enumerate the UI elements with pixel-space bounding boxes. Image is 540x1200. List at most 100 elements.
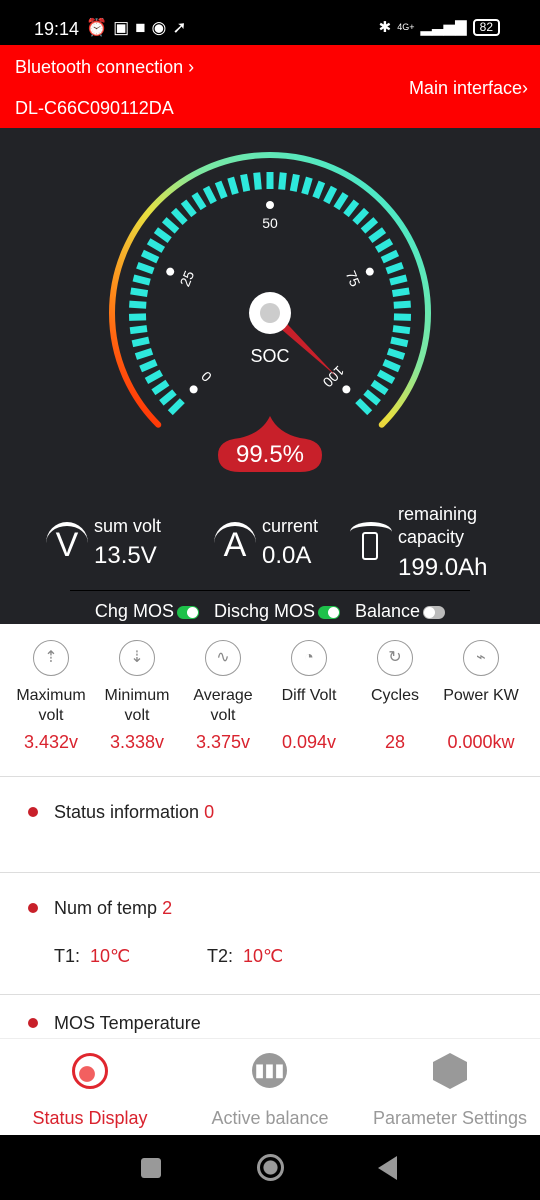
gauge-tick: [374, 238, 394, 253]
gauge-tick: [376, 369, 396, 384]
gauge-dot: [342, 385, 351, 394]
ampere-icon: A: [214, 522, 256, 564]
gauge-tick: [131, 336, 150, 348]
gauge-tick-label: 0: [198, 368, 215, 385]
metric-name: Average volt: [193, 687, 253, 724]
max-volt-icon: ⇡: [33, 640, 69, 676]
gauge-tick: [386, 347, 406, 360]
power-pulse-icon: ⌁: [463, 640, 499, 676]
gauge-tick: [146, 238, 166, 253]
chevron-right-icon: ›: [522, 78, 528, 98]
divider: [0, 872, 540, 873]
bullet-icon: [28, 903, 38, 913]
sine-wave-icon: ∿: [205, 640, 241, 676]
gauge-tick: [363, 389, 381, 406]
gauge-tick: [343, 199, 360, 218]
gauge-tick-label: 100: [320, 363, 348, 391]
toggle-off-icon[interactable]: [423, 605, 446, 619]
chg-mos-label: Chg MOS: [94, 601, 174, 621]
gauge-tick: [253, 172, 262, 190]
sum-volt-label: sum volt: [94, 516, 162, 536]
bluetooth-connection-link[interactable]: Bluetooth connection ›: [15, 57, 194, 78]
capacity-value: 199.0Ah: [398, 554, 488, 581]
metric-value: 3.338v: [109, 732, 165, 752]
mos-switches: Chg MOS Dischg MOS Balance: [0, 601, 540, 622]
metric-item: ∿ Average volt 3.375v: [178, 640, 268, 753]
needle-cap: [260, 303, 280, 323]
metric-value: 3.375v: [195, 732, 251, 752]
home-icon[interactable]: [257, 1154, 284, 1181]
recents-icon[interactable]: [141, 1158, 161, 1178]
status-info-label: Status information: [54, 802, 200, 822]
gauge-tick: [389, 274, 408, 286]
gauge-tick: [191, 192, 207, 211]
clock: 19:14: [34, 19, 80, 39]
gauge-tick: [289, 173, 300, 192]
chg-mos-switch[interactable]: Chg MOS: [95, 601, 199, 621]
status-information: Status information 0: [54, 802, 214, 823]
metric-value: 0.000kw: [447, 732, 515, 752]
metric-name: Diff Volt: [281, 687, 337, 704]
gauge-tick: [390, 336, 409, 348]
gauge-tick: [129, 325, 148, 335]
main-interface-link[interactable]: Main interface›: [409, 78, 528, 99]
gauge-tick-label: 50: [262, 215, 278, 231]
tab-active-balance[interactable]: Active balance: [180, 1108, 360, 1129]
t2-value: 10℃: [243, 946, 284, 966]
status-display-icon[interactable]: [72, 1053, 108, 1089]
gauge-tick: [140, 249, 160, 264]
chevron-right-icon: ›: [188, 57, 195, 77]
bluetooth-connection-label: Bluetooth connection: [15, 57, 184, 77]
t2-label: T2:: [207, 946, 234, 966]
back-icon[interactable]: [378, 1156, 397, 1180]
gauge-tick: [161, 217, 180, 234]
gauge-tick: [392, 325, 411, 335]
main-interface-label: Main interface: [408, 78, 522, 98]
signal-icon: ▂▃▅▇: [420, 19, 467, 36]
tab-parameter-settings[interactable]: Parameter Settings: [360, 1108, 540, 1129]
gauge-tick: [170, 207, 188, 226]
sum-volt-value: 13.5V: [94, 542, 157, 569]
num-temp-count: 2: [162, 898, 173, 918]
bluetooth-icon: ✱: [378, 19, 392, 36]
current-value: 0.0A: [262, 542, 312, 569]
metric-item: ⇣ Minimum volt 3.338v: [92, 640, 182, 753]
dischg-mos-label: Dischg MOS: [213, 601, 315, 621]
gauge-tick: [393, 313, 412, 321]
gauge-tick: [278, 172, 287, 190]
gauge-tick: [323, 185, 338, 205]
metric-name: Cycles: [370, 687, 419, 704]
gauge-dot: [266, 201, 274, 209]
gauge-tick: [360, 217, 379, 234]
metric-item: ⌁ Power KW 0.000kw: [436, 640, 526, 753]
capacity-label-2: capacity: [398, 527, 465, 547]
current-label: current: [262, 516, 319, 536]
toggle-on-icon[interactable]: [318, 605, 340, 619]
num-of-temp: Num of temp 2: [54, 898, 172, 919]
temp-t1: T1: 10℃: [54, 946, 130, 967]
min-volt-icon: ⇣: [119, 640, 155, 676]
metric-name: Minimum volt: [104, 687, 170, 724]
tab-status-display[interactable]: Status Display: [0, 1108, 180, 1129]
gauge-tick: [301, 176, 313, 195]
gauge-tick: [380, 249, 400, 264]
metric-name: Maximum volt: [16, 687, 86, 724]
balance-switch[interactable]: Balance: [355, 601, 446, 621]
gauge-tick: [132, 274, 151, 286]
gauge-tick-label: 25: [176, 268, 197, 289]
gauge-dot: [189, 385, 198, 394]
battery-icon: 82: [472, 18, 500, 36]
num-temp-label: Num of temp: [54, 898, 158, 918]
metric-value: 3.432v: [23, 732, 79, 752]
metric-value: 28: [384, 732, 406, 752]
active-balance-icon[interactable]: ▮▮▮: [252, 1053, 287, 1088]
dischg-mos-switch[interactable]: Dischg MOS: [214, 601, 340, 621]
gauge-tick: [139, 359, 158, 373]
gauge-tick: [167, 398, 185, 416]
gauge-tick: [355, 398, 373, 416]
gauge-tick: [128, 313, 147, 321]
network-label: 4G+: [397, 22, 415, 32]
toggle-on-icon[interactable]: [176, 605, 199, 619]
gauge-tick: [153, 227, 172, 243]
gauge-tick: [130, 287, 149, 298]
